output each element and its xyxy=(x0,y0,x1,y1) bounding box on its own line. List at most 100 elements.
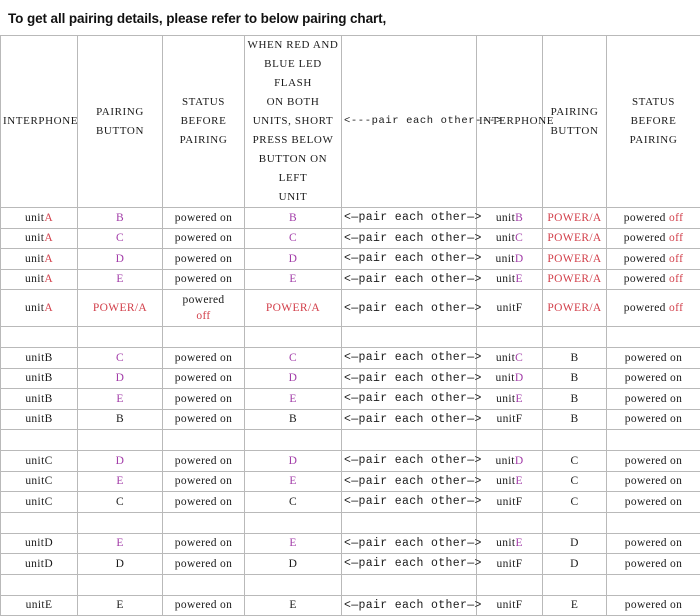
press-button-cell-text: C xyxy=(289,232,297,244)
left-pairing-button-cell: C xyxy=(78,348,163,369)
left-pairing-button-cell: E xyxy=(78,389,163,410)
status-primary: powered on xyxy=(625,558,682,570)
header-line: BUTTON xyxy=(80,122,160,141)
unit-prefix: unit xyxy=(25,475,44,487)
unit-prefix: unit xyxy=(496,372,515,384)
right-pairing-button-cell: D xyxy=(543,554,607,575)
left-status-cell: powered on xyxy=(163,208,245,229)
right-status-cell: powered on xyxy=(607,348,700,369)
right-pairing-button-cell: B xyxy=(543,409,607,430)
right-interphone-cell: unitE xyxy=(477,533,543,554)
status-primary: powered on xyxy=(175,537,232,549)
unit-suffix: D xyxy=(515,455,524,467)
spacer-cell xyxy=(1,327,78,348)
press-button-cell: E xyxy=(245,389,342,410)
spacer-cell xyxy=(477,430,543,451)
header-line: BUTTON xyxy=(545,122,604,141)
spacer-cell xyxy=(342,327,477,348)
spacer-cell xyxy=(163,574,245,595)
status-primary: powered on xyxy=(175,455,232,467)
unit-prefix: unit xyxy=(25,273,44,285)
spacer-cell xyxy=(342,512,477,533)
unit-suffix: E xyxy=(515,393,522,405)
spacer-cell xyxy=(78,327,163,348)
right-pairing-button-cell: E xyxy=(543,595,607,616)
press-button-cell: POWER/A xyxy=(245,290,342,327)
press-button-cell: D xyxy=(245,368,342,389)
press-button-cell: E xyxy=(245,269,342,290)
right-interphone-cell: unitE xyxy=(477,471,543,492)
header-line: STATUS xyxy=(165,93,242,112)
right-status-cell: powered off xyxy=(607,228,700,249)
right-status-cell: powered on xyxy=(607,368,700,389)
left-status-cell: powered on xyxy=(163,554,245,575)
header-line: BEFORE PAIRING xyxy=(609,112,698,150)
spacer-cell xyxy=(543,430,607,451)
table-row: unitBBpowered onB<—pair each other—>unit… xyxy=(1,409,700,430)
unit-prefix: unit xyxy=(496,352,515,364)
unit-suffix: A xyxy=(44,273,53,285)
press-button-cell-text: C xyxy=(289,352,297,364)
unit-suffix: B xyxy=(45,393,53,405)
spacer-cell xyxy=(342,430,477,451)
unit-suffix: D xyxy=(515,253,524,265)
unit-suffix: B xyxy=(45,413,53,425)
right-interphone-cell: unitF xyxy=(477,290,543,327)
status-primary: powered on xyxy=(175,352,232,364)
right-pairing-button-cell: POWER/A xyxy=(543,269,607,290)
unit-prefix: unit xyxy=(496,599,515,611)
status-primary: powered on xyxy=(175,253,232,265)
unit-suffix: B xyxy=(45,372,53,384)
status-primary: powered on xyxy=(625,352,682,364)
right-pairing-button-cell-text: POWER/A xyxy=(547,302,601,314)
right-interphone-cell: unitE xyxy=(477,389,543,410)
press-button-cell: D xyxy=(245,554,342,575)
press-button-cell-text: B xyxy=(289,212,297,224)
spacer-cell xyxy=(245,327,342,348)
left-pairing-button-cell-text: C xyxy=(116,352,124,364)
right-interphone-cell: unitE xyxy=(477,269,543,290)
right-pairing-button-cell-text: POWER/A xyxy=(547,232,601,244)
right-status-cell: powered on xyxy=(607,554,700,575)
left-pairing-button-cell: POWER/A xyxy=(78,290,163,327)
spacer-cell xyxy=(543,574,607,595)
pair-each-other-cell: <—pair each other—> xyxy=(342,249,477,270)
header-line: INTERPHONE xyxy=(3,112,75,131)
press-button-cell-text: B xyxy=(289,413,297,425)
right-interphone-cell: unitC xyxy=(477,228,543,249)
right-pairing-button-cell-text: E xyxy=(571,599,578,611)
unit-suffix: B xyxy=(515,212,523,224)
table-row: unitCDpowered onD<—pair each other—>unit… xyxy=(1,451,700,472)
unit-prefix: unit xyxy=(25,232,44,244)
spacer-cell xyxy=(342,574,477,595)
press-button-cell-text: E xyxy=(289,599,296,611)
press-button-cell: E xyxy=(245,471,342,492)
status-primary: powered on xyxy=(625,372,682,384)
pair-each-other-cell: <—pair each other—> xyxy=(342,269,477,290)
right-pairing-button-cell: C xyxy=(543,492,607,513)
left-pairing-button-cell: D xyxy=(78,368,163,389)
header-pairing-button-left: PAIRINGBUTTON xyxy=(78,36,163,208)
header-line: PAIRING xyxy=(545,103,604,122)
unit-prefix: unit xyxy=(496,393,515,405)
unit-suffix: A xyxy=(44,212,53,224)
left-status-cell: poweredoff xyxy=(163,290,245,327)
left-pairing-button-cell-text: E xyxy=(116,273,123,285)
unit-prefix: unit xyxy=(496,475,515,487)
left-status-cell: powered on xyxy=(163,269,245,290)
page-title: To get all pairing details, please refer… xyxy=(0,0,700,26)
left-pairing-button-cell-text: E xyxy=(116,537,123,549)
header-line: PAIRING xyxy=(165,131,242,150)
status-primary: powered xyxy=(165,292,242,308)
unit-suffix: E xyxy=(515,273,522,285)
status-primary: powered xyxy=(624,302,669,314)
unit-suffix: E xyxy=(515,475,522,487)
left-pairing-button-cell: E xyxy=(78,471,163,492)
right-pairing-button-cell: D xyxy=(543,533,607,554)
unit-prefix: unit xyxy=(26,599,45,611)
spacer-cell xyxy=(543,327,607,348)
press-button-cell-text: D xyxy=(289,558,298,570)
right-status-cell: powered on xyxy=(607,389,700,410)
unit-suffix: C xyxy=(515,232,523,244)
unit-prefix: unit xyxy=(496,253,515,265)
